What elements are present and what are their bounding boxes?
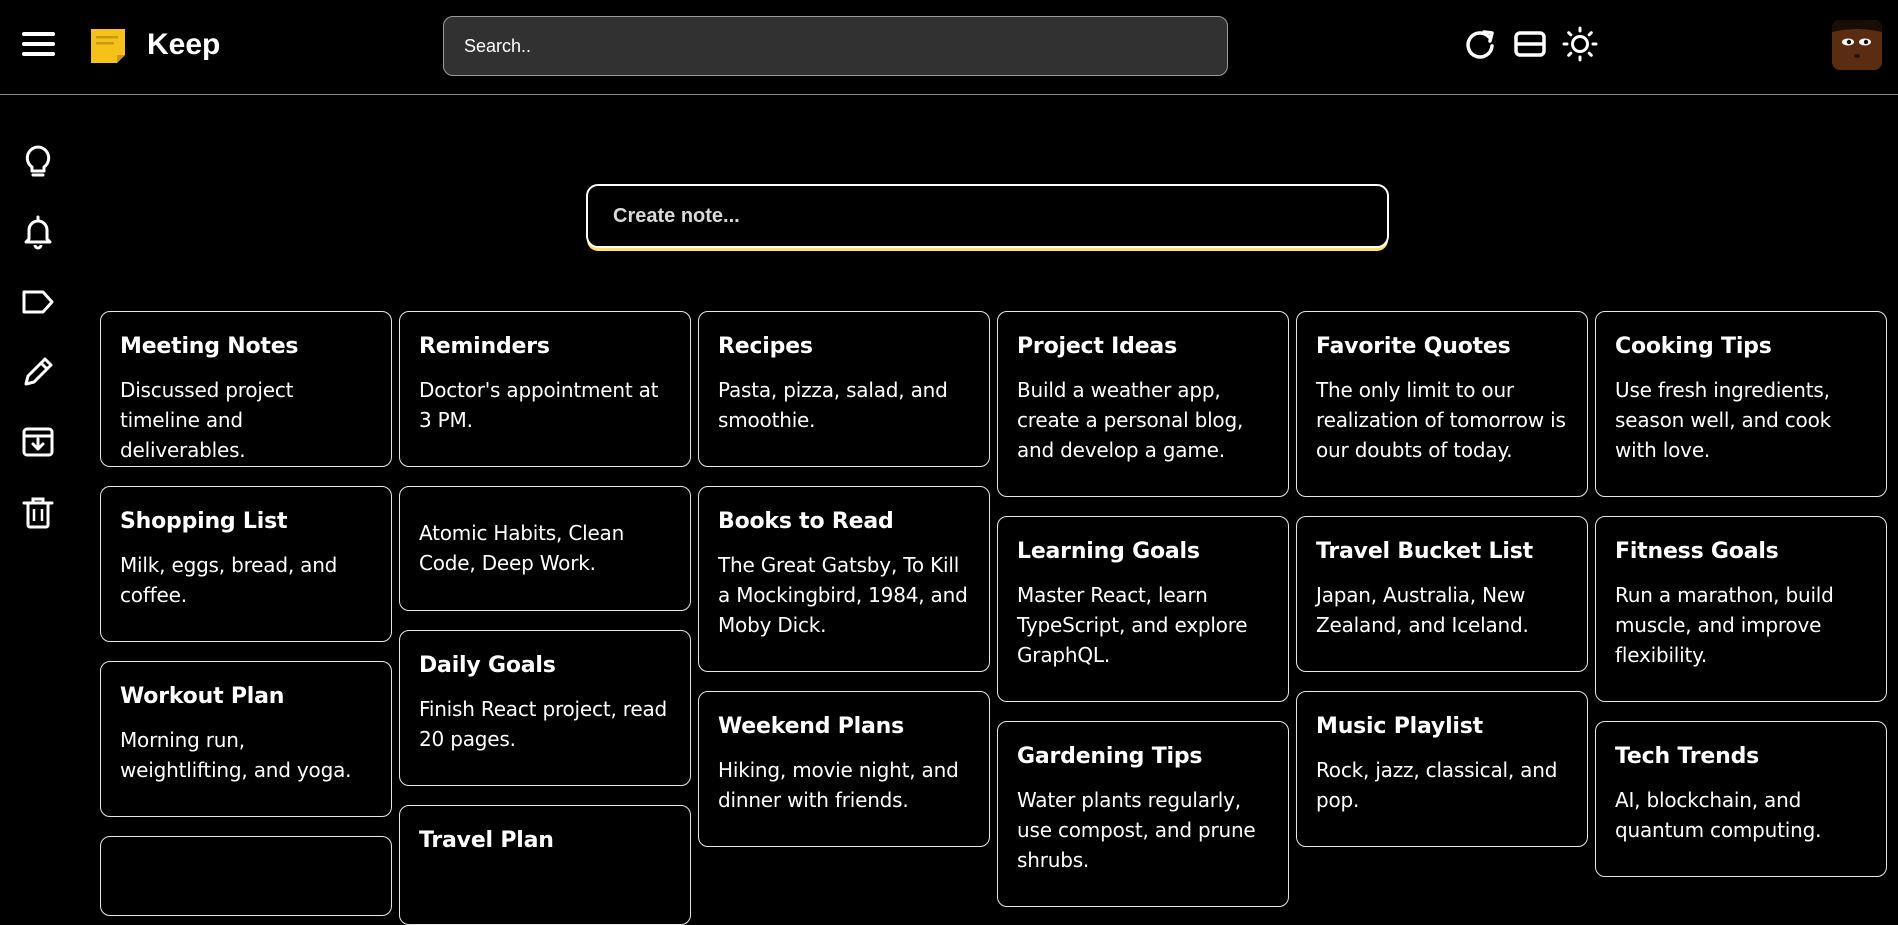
- note-body: Atomic Habits, Clean Code, Deep Work.: [419, 521, 625, 575]
- note-title: Gardening Tips: [1017, 744, 1203, 769]
- note-title: Music Playlist: [1316, 714, 1483, 739]
- trash-icon[interactable]: [20, 494, 56, 530]
- archive-icon[interactable]: [20, 424, 56, 460]
- labels-tag-icon[interactable]: [20, 284, 56, 320]
- note-title: Books to Read: [718, 509, 894, 534]
- avatar-face-icon: [1832, 20, 1882, 70]
- theme-toggle-icon[interactable]: [1562, 26, 1598, 62]
- note-card[interactable]: Music Playlist Rock, jazz, classical, an…: [1296, 691, 1588, 847]
- note-body: Master React, learn TypeScript, and expl…: [1017, 583, 1248, 667]
- note-card[interactable]: Meeting Notes Discussed project timeline…: [100, 311, 392, 467]
- list-view-icon[interactable]: [1512, 26, 1548, 62]
- note-card[interactable]: Books to Read The Great Gatsby, To Kill …: [698, 486, 990, 672]
- note-body: Japan, Australia, New Zealand, and Icela…: [1316, 583, 1529, 637]
- note-card[interactable]: Fitness Goals Run a marathon, build musc…: [1595, 516, 1887, 702]
- note-card[interactable]: Workout Plan Morning run, weightlifting,…: [100, 661, 392, 817]
- note-body: Doctor's appointment at 3 PM.: [419, 378, 659, 432]
- note-card[interactable]: Cooking Tips Use fresh ingredients, seas…: [1595, 311, 1887, 497]
- reminders-bell-icon[interactable]: [20, 214, 56, 250]
- note-card[interactable]: Reminders Doctor's appointment at 3 PM.: [399, 311, 691, 467]
- note-body: Build a weather app, create a personal b…: [1017, 378, 1244, 462]
- keep-logo-icon: [91, 29, 125, 63]
- note-title: Shopping List: [120, 509, 288, 534]
- note-body: AI, blockchain, and quantum computing.: [1615, 788, 1822, 842]
- note-body: Hiking, movie night, and dinner with fri…: [718, 758, 959, 812]
- top-bar: Keep: [0, 0, 1898, 95]
- note-title: Travel Plan: [419, 828, 554, 853]
- note-title: Favorite Quotes: [1316, 334, 1511, 359]
- note-title: Recipes: [718, 334, 813, 359]
- note-card[interactable]: Weekend Plans Hiking, movie night, and d…: [698, 691, 990, 847]
- note-title: Daily Goals: [419, 653, 556, 678]
- note-body: Morning run, weightlifting, and yoga.: [120, 728, 352, 782]
- avatar[interactable]: [1832, 20, 1882, 70]
- note-title: Weekend Plans: [718, 714, 905, 739]
- note-card[interactable]: Project Ideas Build a weather app, creat…: [997, 311, 1289, 497]
- note-body: Discussed project timeline and deliverab…: [120, 378, 294, 462]
- note-card[interactable]: Travel Plan: [399, 805, 691, 925]
- note-title: Travel Bucket List: [1316, 539, 1533, 564]
- note-body: Milk, eggs, bread, and coffee.: [120, 553, 338, 607]
- note-title: Workout Plan: [120, 684, 285, 709]
- notes-bulb-icon[interactable]: [20, 144, 56, 180]
- note-card[interactable]: Learning Goals Master React, learn TypeS…: [997, 516, 1289, 702]
- app-title: Keep: [147, 28, 221, 61]
- note-body: Use fresh ingredients, season well, and …: [1615, 378, 1831, 462]
- note-body: Finish React project, read 20 pages.: [419, 697, 668, 751]
- note-title: Fitness Goals: [1615, 539, 1779, 564]
- refresh-icon[interactable]: [1462, 26, 1498, 62]
- note-title: Reminders: [419, 334, 550, 359]
- search-input[interactable]: [443, 16, 1228, 76]
- note-card[interactable]: [100, 836, 392, 916]
- note-card[interactable]: Tech Trends AI, blockchain, and quantum …: [1595, 721, 1887, 877]
- menu-icon[interactable]: [22, 32, 55, 58]
- note-card[interactable]: Gardening Tips Water plants regularly, u…: [997, 721, 1289, 907]
- note-body: Run a marathon, build muscle, and improv…: [1615, 583, 1834, 667]
- note-card[interactable]: Travel Bucket List Japan, Australia, New…: [1296, 516, 1588, 672]
- note-card[interactable]: Recipes Pasta, pizza, salad, and smoothi…: [698, 311, 990, 467]
- edit-pencil-icon[interactable]: [20, 354, 56, 390]
- note-body: Water plants regularly, use compost, and…: [1017, 788, 1256, 872]
- note-title: Cooking Tips: [1615, 334, 1772, 359]
- note-card[interactable]: Shopping List Milk, eggs, bread, and cof…: [100, 486, 392, 642]
- note-card[interactable]: Daily Goals Finish React project, read 2…: [399, 630, 691, 786]
- note-body: The Great Gatsby, To Kill a Mockingbird,…: [718, 553, 968, 637]
- note-body: The only limit to our realization of tom…: [1316, 378, 1566, 462]
- create-note-input[interactable]: [588, 186, 1387, 246]
- note-body: Pasta, pizza, salad, and smoothie.: [718, 378, 948, 432]
- note-title: Project Ideas: [1017, 334, 1177, 359]
- note-title: Learning Goals: [1017, 539, 1200, 564]
- note-card[interactable]: Favorite Quotes The only limit to our re…: [1296, 311, 1588, 497]
- note-title: Tech Trends: [1615, 744, 1760, 769]
- note-body: Rock, jazz, classical, and pop.: [1316, 758, 1558, 812]
- create-note-box[interactable]: [586, 184, 1389, 248]
- note-card[interactable]: Atomic Habits, Clean Code, Deep Work.: [399, 486, 691, 611]
- note-title: Meeting Notes: [120, 334, 299, 359]
